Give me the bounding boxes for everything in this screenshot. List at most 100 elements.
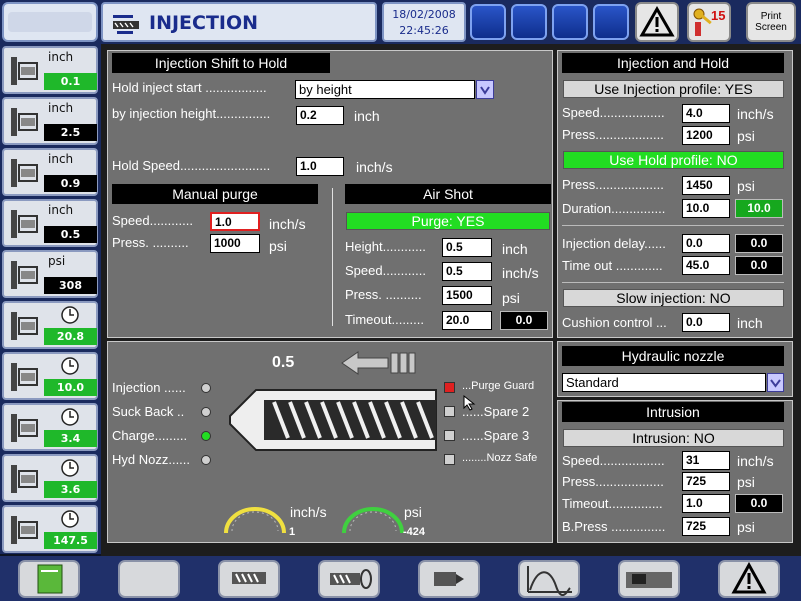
screw-rotation-icon — [330, 569, 372, 589]
back-pressure-label: B.Press ............... — [562, 519, 666, 534]
warning-icon — [731, 561, 767, 594]
sidebar-item-4[interactable]: inch 0.5 — [2, 199, 98, 247]
blank-button-2[interactable] — [511, 4, 547, 40]
screw-rotation-button[interactable] — [318, 560, 380, 598]
sidebar-item-2[interactable]: inch 2.5 — [2, 97, 98, 145]
intrusion-timeout-field[interactable]: 1.0 — [682, 494, 730, 513]
hold-profile-toggle[interactable]: Use Hold profile: NO — [563, 151, 784, 169]
sidebar-value: 3.6 — [44, 481, 97, 498]
airshot-press-field[interactable]: 1500 — [442, 286, 492, 305]
injection-page-button[interactable] — [218, 560, 280, 598]
machine-button[interactable] — [618, 560, 680, 598]
airshot-height-unit: inch — [502, 241, 528, 257]
sidebar-value: 147.5 — [44, 532, 97, 549]
purge-press-label: Press. .......... — [112, 235, 189, 250]
clock-icon — [61, 408, 79, 426]
hold-inject-start-select[interactable]: by height — [295, 80, 475, 99]
sidebar-unit: inch — [48, 101, 74, 115]
pressure-gauge-icon — [11, 261, 38, 289]
screw-direction-arrow-icon — [341, 351, 416, 375]
injection-height-field[interactable]: 0.2 — [296, 106, 344, 125]
chevron-down-icon[interactable] — [476, 80, 494, 99]
slow-injection-toggle[interactable]: Slow injection: NO — [563, 289, 784, 307]
hold-press-field[interactable]: 1450 — [682, 176, 730, 195]
sidebar-value: 0.1 — [44, 73, 97, 90]
injection-height-label: by injection height............... — [112, 106, 271, 121]
blank-button-4[interactable] — [593, 4, 629, 40]
inj-speed-field[interactable]: 4.0 — [682, 104, 730, 123]
inj-press-unit: psi — [737, 128, 755, 144]
injection-delay-field[interactable]: 0.0 — [682, 234, 730, 253]
sidebar-unit: inch — [48, 203, 74, 217]
print-screen-button[interactable]: Print Screen — [746, 2, 796, 42]
airshot-height-label: Height............ — [345, 239, 426, 254]
sidebar-value: 0.9 — [44, 175, 97, 192]
alarm-button[interactable] — [635, 2, 679, 42]
blank-button-1[interactable] — [470, 4, 506, 40]
clock-icon — [61, 510, 79, 528]
chevron-down-icon[interactable] — [767, 373, 784, 392]
airshot-press-label: Press. .......... — [345, 287, 422, 302]
airshot-height-field[interactable]: 0.5 — [442, 238, 492, 257]
clock-icon — [61, 306, 79, 324]
speed-gauge-value: 1 — [289, 526, 296, 538]
injection-delay-actual: 0.0 — [735, 234, 783, 253]
purge-press-field[interactable]: 1000 — [210, 234, 260, 253]
duration-label: Duration............... — [562, 201, 666, 216]
inj-speed-unit: inch/s — [737, 106, 774, 122]
airshot-timeout-field[interactable]: 20.0 — [442, 311, 492, 330]
diagram-right-label-4: ........Nozz Safe — [462, 452, 538, 464]
sidebar-value: 308 — [44, 277, 97, 294]
nozzle-button[interactable] — [418, 560, 480, 598]
cushion-control-label: Cushion control ... — [562, 315, 667, 330]
purge-speed-field[interactable]: 1.0 — [210, 212, 260, 231]
sidebar-item-3[interactable]: inch 0.9 — [2, 148, 98, 196]
purge-status[interactable]: Purge: YES — [346, 212, 550, 230]
purge-press-unit: psi — [269, 238, 287, 254]
divider — [562, 225, 784, 226]
injection-profile-toggle[interactable]: Use Injection profile: YES — [563, 80, 784, 98]
sidebar-item-1[interactable]: inch 0.1 — [2, 46, 98, 94]
warning-icon — [639, 5, 675, 37]
diagram-label-3: Charge......... — [112, 428, 188, 443]
page-title: INJECTION — [149, 12, 259, 34]
intrusion-press-field[interactable]: 725 — [682, 472, 730, 491]
intrusion-toggle[interactable]: Intrusion: NO — [563, 429, 784, 447]
datetime-display: 18/02/2008 22:45:26 — [382, 2, 466, 42]
status-led — [201, 383, 211, 393]
intrusion-header: Intrusion — [562, 402, 784, 422]
sidebar-value: 3.4 — [44, 430, 97, 447]
duration-field[interactable]: 10.0 — [682, 199, 730, 218]
timeout-field[interactable]: 45.0 — [682, 256, 730, 275]
pressure-gauge-unit: psi — [404, 504, 422, 520]
manual-button[interactable] — [18, 560, 80, 598]
injection-screw-icon — [11, 210, 38, 238]
alarm-bottom-button[interactable] — [718, 560, 780, 598]
back-pressure-field[interactable]: 725 — [682, 517, 730, 536]
status-square — [444, 382, 455, 393]
hydraulic-nozzle-select[interactable]: Standard — [562, 373, 766, 392]
injection-delay-label: Injection delay...... — [562, 236, 666, 251]
blank-button-3[interactable] — [552, 4, 588, 40]
sidebar-item-5[interactable]: psi 308 — [2, 250, 98, 298]
cushion-control-field[interactable]: 0.0 — [682, 313, 730, 332]
diagram-label-1: Injection ...... — [112, 380, 186, 395]
hold-speed-field[interactable]: 1.0 — [296, 157, 344, 176]
sidebar-item-10[interactable]: 147.5 — [2, 505, 98, 553]
user-key-button[interactable]: 15 — [687, 2, 731, 42]
machine-icon — [626, 572, 672, 588]
time-text: 22:45:26 — [399, 24, 449, 37]
sidebar-item-9[interactable]: 3.6 — [2, 454, 98, 502]
sidebar-item-7[interactable]: 10.0 — [2, 352, 98, 400]
airshot-timeout-label: Timeout......... — [345, 312, 424, 327]
blank-bottom-button[interactable] — [118, 560, 180, 598]
diagram-right-label-3: ......Spare 3 — [462, 428, 530, 443]
sidebar-item-8[interactable]: 3.4 — [2, 403, 98, 451]
sidebar-item-6[interactable]: 20.8 — [2, 301, 98, 349]
air-shot-header: Air Shot — [345, 184, 551, 204]
intrusion-speed-field[interactable]: 31 — [682, 451, 730, 470]
graph-button[interactable] — [518, 560, 580, 598]
inj-press-field[interactable]: 1200 — [682, 126, 730, 145]
airshot-speed-field[interactable]: 0.5 — [442, 262, 492, 281]
nozzle-icon — [434, 572, 464, 586]
